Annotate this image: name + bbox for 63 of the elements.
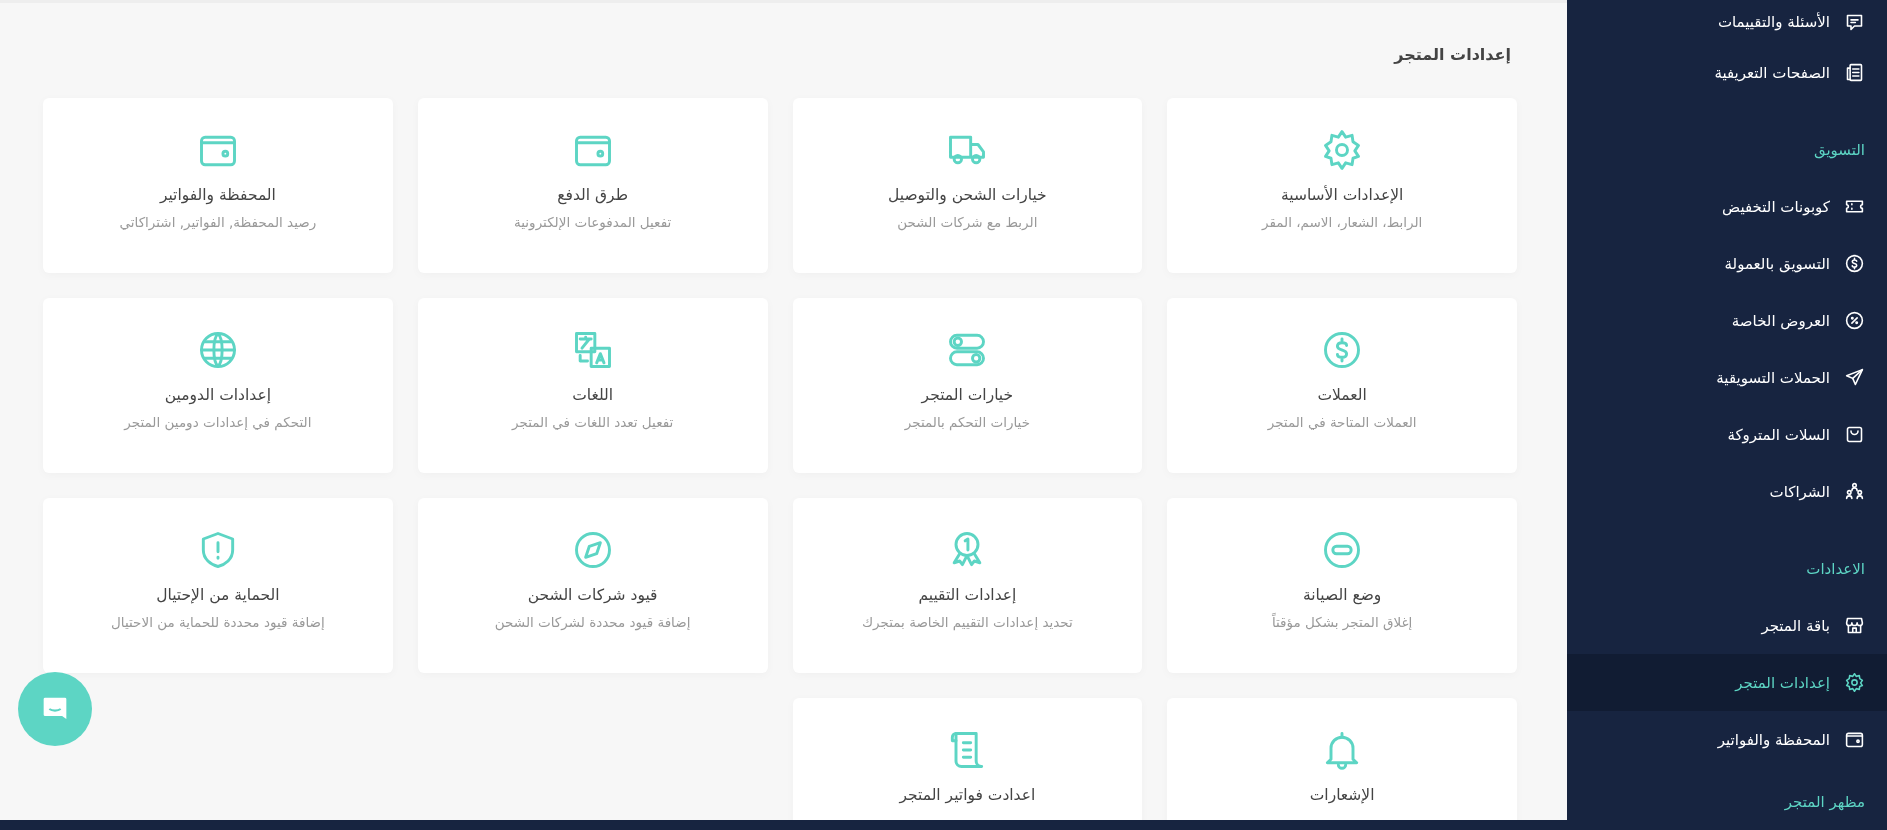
document-icon xyxy=(1844,62,1865,83)
card-subtitle: إضافة قيود محددة للحماية من الاحتيال xyxy=(111,614,325,630)
sidebar-item[interactable]: العروض الخاصة xyxy=(1567,292,1887,349)
settings-card[interactable]: الحماية من الإحتيال إضافة قيود محددة للحماية من الاحتيال xyxy=(43,498,393,673)
settings-card[interactable]: العملات العملات المتاحة في المتجر xyxy=(1167,298,1517,473)
card-title: المحفظة والفواتير xyxy=(159,186,276,204)
settings-card[interactable]: المحفظة والفواتير رصيد المحفظة, الفواتير, اشتراكاتي xyxy=(43,98,393,273)
settings-card[interactable]: اعدادت فواتير المتجر xyxy=(792,698,1143,820)
card-subtitle: تحديد إعدادات التقييم الخاصة بمتجرك xyxy=(861,614,1073,630)
card-title: قيود شركات الشحن xyxy=(527,586,658,604)
card-subtitle: الرابط، الشعار، الاسم، المقر xyxy=(1261,214,1423,230)
card-subtitle: تفعيل المدفوعات الإلكترونية xyxy=(514,214,672,230)
card-subtitle: الربط مع شركات الشحن xyxy=(897,214,1038,230)
sidebar-heading: التسويق xyxy=(1812,139,1866,161)
sidebar-item[interactable]: باقة المتجر xyxy=(1567,597,1887,654)
card-title: الإشعارات xyxy=(1309,786,1375,804)
dollar-badge-icon xyxy=(1844,253,1865,274)
card-title: خيارات المتجر xyxy=(921,386,1014,404)
sidebar-item[interactable]: الحملات التسويقية xyxy=(1567,349,1887,406)
percent-badge-icon xyxy=(1844,310,1865,331)
sidebar-heading: مظهر المتجر xyxy=(1783,792,1866,813)
card-title: إعدادات الدومين xyxy=(164,386,271,404)
sidebar-item[interactable]: كوبونات التخفيض xyxy=(1567,178,1887,235)
card-title: الإعدادات الأساسية xyxy=(1280,186,1404,204)
gear-icon xyxy=(1844,672,1865,693)
store-icon xyxy=(1844,615,1865,636)
sidebar-item[interactable]: المحفظة والفواتير xyxy=(1567,711,1887,768)
card-subtitle: إضافة قيود محددة لشركات الشحن xyxy=(494,614,691,630)
card-subtitle: إغلاق المتجر بشكل مؤقتاً xyxy=(1271,614,1413,630)
card-title: وضع الصيانة xyxy=(1302,586,1382,604)
basket-icon xyxy=(1844,424,1865,445)
settings-card[interactable]: خيارات الشحن والتوصيل الربط مع شركات الشحن xyxy=(792,98,1143,273)
settings-card[interactable]: إعدادات التقييم تحديد إعدادات التقييم الخاصة بمتجرك xyxy=(792,498,1143,673)
settings-card[interactable]: إعدادات الدومين التحكم في إعدادات دومين المتجر xyxy=(43,298,393,473)
sidebar-item[interactable]: الأسئلة والتقييمات xyxy=(1567,0,1887,44)
settings-card[interactable]: وضع الصيانة إغلاق المتجر بشكل مؤقتاً xyxy=(1167,498,1517,673)
card-subtitle: العملات المتاحة في المتجر xyxy=(1267,414,1417,430)
card-subtitle: رصيد المحفظة, الفواتير, اشتراكاتي xyxy=(119,214,317,230)
card-title: إعدادات التقييم xyxy=(918,586,1017,604)
settings-card[interactable]: الإعدادات الأساسية الرابط، الشعار، الاسم، المقر xyxy=(1167,98,1517,273)
card-title: الحماية من الإحتيال xyxy=(156,586,280,604)
card-title: العملات xyxy=(1317,386,1367,404)
settings-card[interactable]: قيود شركات الشحن إضافة قيود محددة لشركات الشحن xyxy=(417,498,768,673)
card-title: اعدادت فواتير المتجر xyxy=(899,786,1036,804)
sidebar-heading: الاعدادات xyxy=(1805,558,1866,580)
settings-card[interactable]: خيارات المتجر خيارات التحكم بالمتجر xyxy=(792,298,1143,473)
settings-card[interactable]: طرق الدفع تفعيل المدفوعات الإلكترونية xyxy=(417,98,768,273)
sidebar-item[interactable]: الشراكات xyxy=(1567,463,1887,520)
card-subtitle: التحكم في إعدادات دومين المتجر xyxy=(124,414,312,430)
card-title: خيارات الشحن والتوصيل xyxy=(888,186,1047,204)
settings-card[interactable]: الإشعارات xyxy=(1167,698,1517,820)
sidebar-item[interactable]: إعدادات المتجر xyxy=(1567,654,1887,711)
people-icon xyxy=(1844,481,1865,502)
card-subtitle: خيارات التحكم بالمتجر xyxy=(904,414,1030,430)
send-icon xyxy=(1844,367,1865,388)
sidebar-item[interactable]: الصفحات التعريفية xyxy=(1567,44,1887,101)
sidebar-item[interactable]: التسويق بالعمولة xyxy=(1567,235,1887,292)
card-subtitle: تفعيل تعدد اللغات في المتجر xyxy=(512,414,674,430)
card-title: اللغات xyxy=(572,386,614,404)
page-title: إعدادات المتجر xyxy=(1392,45,1511,65)
settings-card[interactable]: اللغات تفعيل تعدد اللغات في المتجر xyxy=(417,298,768,473)
card-title: طرق الدفع xyxy=(557,186,628,204)
sidebar-item[interactable]: السلات المتروكة xyxy=(1567,406,1887,463)
